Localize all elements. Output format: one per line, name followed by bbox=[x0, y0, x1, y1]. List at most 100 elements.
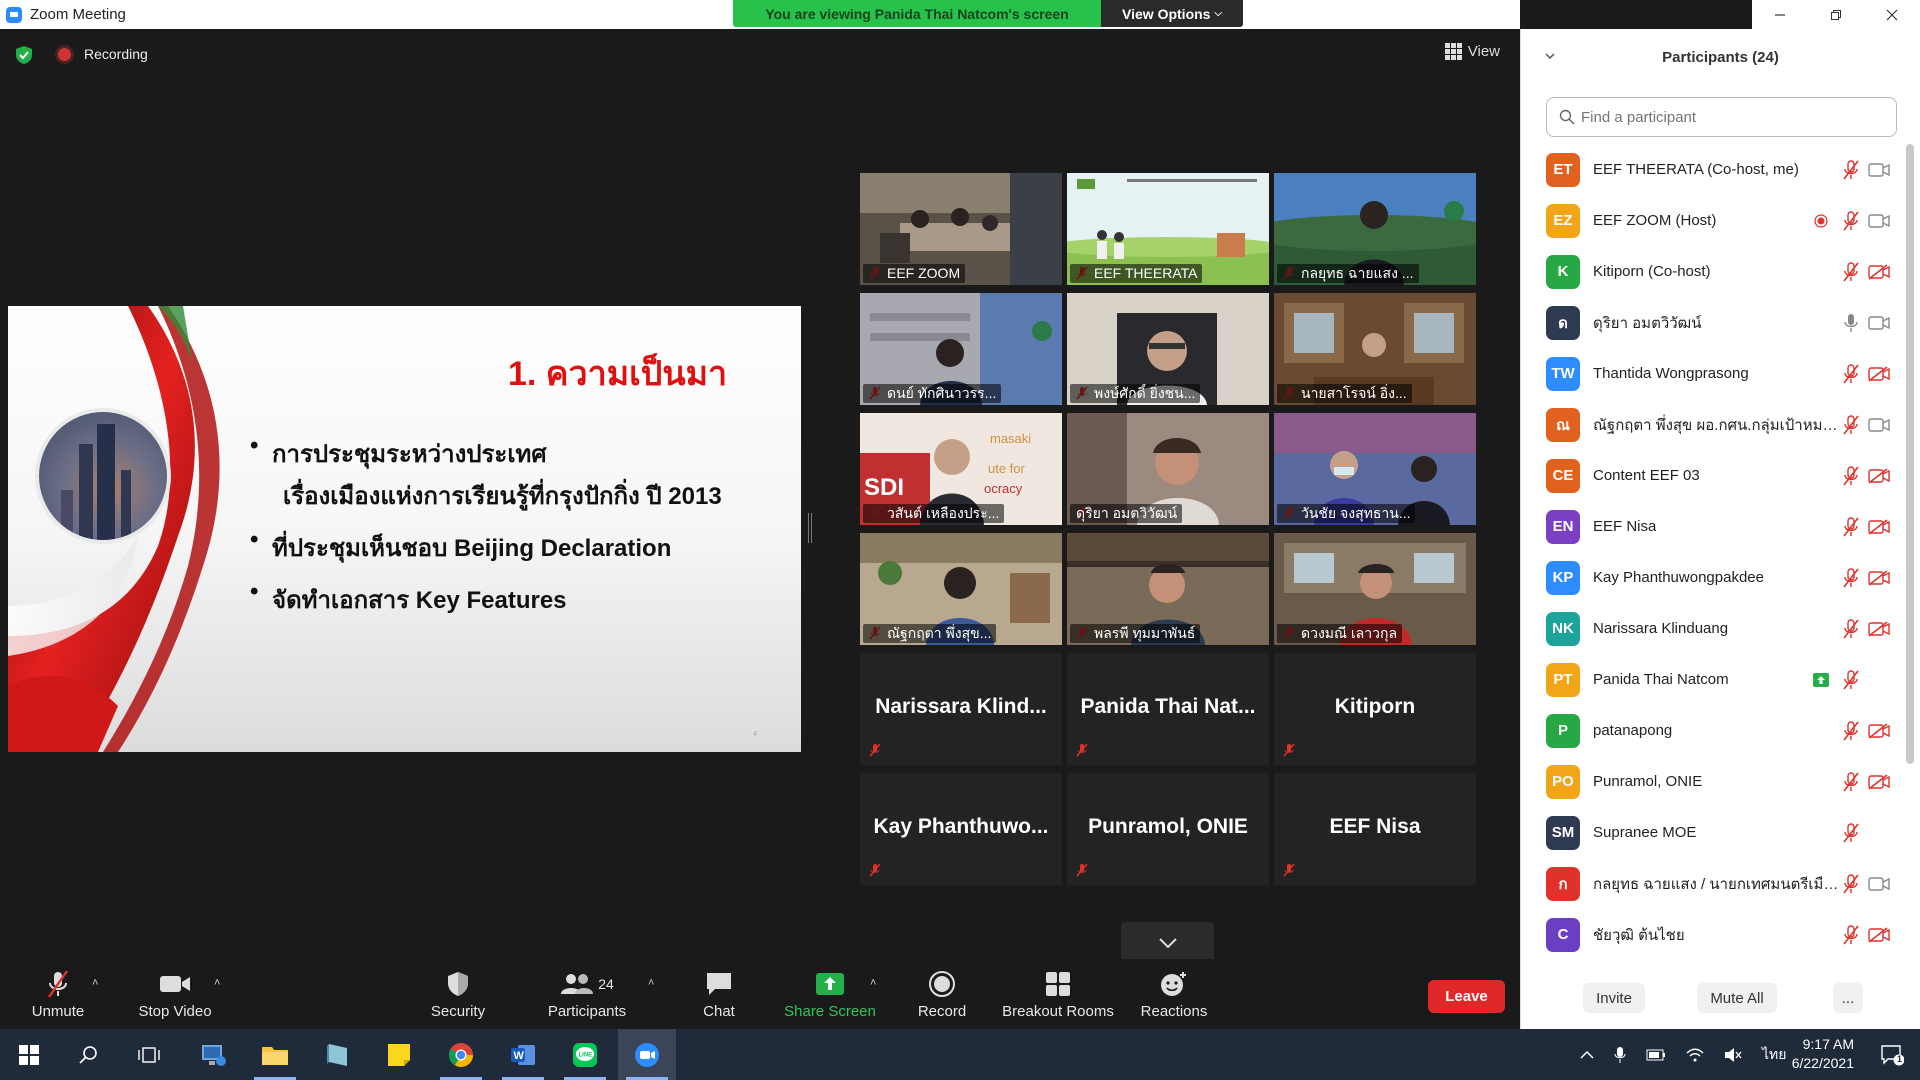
wifi-icon[interactable] bbox=[1686, 1048, 1704, 1062]
participants-options-caret[interactable]: ˄ bbox=[648, 977, 658, 989]
participant-row[interactable]: CE Content EEF 03 bbox=[1521, 450, 1920, 501]
participant-audio-status[interactable] bbox=[1841, 720, 1861, 741]
taskbar-app-file-explorer[interactable] bbox=[246, 1029, 304, 1080]
participant-video-status[interactable] bbox=[1867, 364, 1891, 384]
close-button[interactable] bbox=[1864, 0, 1920, 29]
video-tile[interactable]: ดนย์ ทักศินาวรร... bbox=[860, 293, 1062, 405]
participant-row[interactable]: K Kitiporn (Co-host) bbox=[1521, 246, 1920, 297]
split-divider-handle[interactable] bbox=[808, 513, 812, 543]
video-options-caret[interactable]: ˄ bbox=[214, 977, 224, 989]
participant-video-status[interactable] bbox=[1867, 415, 1891, 435]
participant-audio-status[interactable] bbox=[1841, 516, 1861, 537]
participant-video-status[interactable] bbox=[1867, 568, 1891, 588]
taskbar-app-sticky-notes[interactable] bbox=[370, 1029, 428, 1080]
input-language-indicator[interactable]: ไทย bbox=[1762, 1044, 1786, 1066]
taskbar-clock[interactable]: 9:17 AM 6/22/2021 bbox=[1792, 1035, 1854, 1073]
taskbar-app-control-panel[interactable] bbox=[184, 1029, 242, 1080]
share-options-caret[interactable]: ˄ bbox=[870, 977, 880, 989]
video-tile[interactable]: SDI masaki ute for ocracy วสันต์ เหลืองประ.… bbox=[860, 413, 1062, 525]
audio-options-caret[interactable]: ˄ bbox=[92, 977, 102, 989]
avatar-tile[interactable]: Narissara Klind... bbox=[860, 653, 1062, 765]
participant-audio-status[interactable] bbox=[1841, 873, 1861, 894]
participant-video-status[interactable] bbox=[1867, 262, 1891, 282]
participant-audio-status[interactable] bbox=[1841, 261, 1861, 282]
video-tile[interactable]: ดวงมณี เลาวกุล bbox=[1274, 533, 1476, 645]
participant-audio-status[interactable] bbox=[1841, 363, 1861, 384]
microphone-in-use-icon[interactable] bbox=[1614, 1046, 1626, 1064]
avatar-tile[interactable]: Panida Thai Nat... bbox=[1067, 653, 1269, 765]
breakout-rooms-button[interactable]: Breakout Rooms bbox=[1002, 967, 1114, 1020]
participant-row[interactable]: ET EEF THEERATA (Co-host, me) bbox=[1521, 144, 1920, 195]
participant-audio-status[interactable] bbox=[1841, 159, 1861, 180]
participant-row[interactable]: Ppatanapong bbox=[1521, 705, 1920, 756]
leave-button[interactable]: Leave bbox=[1428, 980, 1505, 1013]
participant-video-status[interactable] bbox=[1867, 313, 1891, 333]
taskbar-app-line[interactable]: LINE bbox=[556, 1029, 614, 1080]
share-screen-button[interactable]: Share Screen bbox=[782, 967, 878, 1020]
participant-row[interactable]: ก กลยุทธ ฉายแสง / นายกเทศมนตรีเมือง... bbox=[1521, 858, 1920, 909]
participant-row[interactable]: ณ ณัฐกฤตา พึ่งสุข ผอ.กศน.กลุ่มเป้าหมาย... bbox=[1521, 399, 1920, 450]
minimize-button[interactable] bbox=[1752, 0, 1808, 29]
taskbar-app-zoom[interactable] bbox=[618, 1029, 676, 1080]
stop-video-button[interactable]: Stop Video bbox=[134, 967, 216, 1020]
more-options-button[interactable]: ... bbox=[1833, 983, 1863, 1013]
video-tile[interactable]: พลรพี ทุมมาพันธ์ bbox=[1067, 533, 1269, 645]
participant-row[interactable]: C ชัยวุฒิ ต้นไชย bbox=[1521, 909, 1920, 960]
participant-audio-status[interactable] bbox=[1841, 822, 1861, 843]
invite-button[interactable]: Invite bbox=[1583, 983, 1645, 1013]
view-options-button[interactable]: View Options ⌵ bbox=[1101, 0, 1243, 27]
avatar-tile[interactable]: Punramol, ONIE bbox=[1067, 773, 1269, 885]
participant-audio-status[interactable] bbox=[1841, 465, 1861, 486]
participant-audio-status[interactable] bbox=[1841, 210, 1861, 231]
participant-audio-status[interactable] bbox=[1841, 313, 1861, 333]
encryption-shield-icon[interactable] bbox=[14, 45, 34, 65]
reactions-button[interactable]: Reactions bbox=[1140, 967, 1208, 1020]
video-tile[interactable]: วันชัย จงสุทธาน... bbox=[1274, 413, 1476, 525]
participant-video-status[interactable] bbox=[1867, 466, 1891, 486]
participant-audio-status[interactable] bbox=[1841, 414, 1861, 435]
gallery-next-page-button[interactable] bbox=[1121, 922, 1214, 964]
record-button[interactable]: Record bbox=[910, 967, 974, 1020]
participant-video-status[interactable] bbox=[1867, 823, 1891, 843]
participant-audio-status[interactable] bbox=[1841, 924, 1861, 945]
restore-button[interactable] bbox=[1808, 0, 1864, 29]
participant-row[interactable]: KP Kay Phanthuwongpakdee bbox=[1521, 552, 1920, 603]
participant-video-status[interactable] bbox=[1867, 721, 1891, 741]
view-button[interactable]: View bbox=[1444, 43, 1500, 60]
avatar-tile[interactable]: Kay Phanthuwo... bbox=[860, 773, 1062, 885]
participant-audio-status[interactable] bbox=[1841, 567, 1861, 588]
participant-row[interactable]: NK Narissara Klinduang bbox=[1521, 603, 1920, 654]
participant-audio-status[interactable] bbox=[1841, 771, 1861, 792]
action-center-button[interactable]: 1 bbox=[1864, 1029, 1920, 1080]
participant-row[interactable]: ด ดุริยา อมตวิวัฒน์ bbox=[1521, 297, 1920, 348]
video-tile-active-speaker[interactable]: ดุริยา อมตวิวัฒน์ bbox=[1067, 413, 1269, 525]
show-hidden-icons-chevron-up-icon[interactable] bbox=[1580, 1050, 1594, 1060]
video-tile[interactable]: นายสาโรจน์ อิ่ง... bbox=[1274, 293, 1476, 405]
avatar-tile[interactable]: Kitiporn bbox=[1274, 653, 1476, 765]
participant-search-box[interactable] bbox=[1546, 97, 1897, 137]
security-button[interactable]: Security bbox=[422, 967, 494, 1020]
video-tile[interactable]: พงษ์ศักดิ์ ยิ่งชน... bbox=[1067, 293, 1269, 405]
video-tile[interactable]: EEF ZOOM bbox=[860, 173, 1062, 285]
participant-list-scrollbar[interactable] bbox=[1906, 144, 1914, 764]
video-tile[interactable]: EEF THEERATA bbox=[1067, 173, 1269, 285]
participant-row[interactable]: TW Thantida Wongprasong bbox=[1521, 348, 1920, 399]
taskbar-search-button[interactable] bbox=[60, 1029, 118, 1080]
participant-row[interactable]: SM Supranee MOE bbox=[1521, 807, 1920, 858]
mute-all-button[interactable]: Mute All bbox=[1697, 983, 1777, 1013]
participant-search-input[interactable] bbox=[1581, 108, 1881, 126]
participant-row[interactable]: EZ EEF ZOOM (Host) bbox=[1521, 195, 1920, 246]
participant-video-status[interactable] bbox=[1867, 772, 1891, 792]
participant-video-status[interactable] bbox=[1867, 670, 1891, 690]
participant-audio-status[interactable] bbox=[1841, 669, 1861, 690]
speaker-muted-icon[interactable] bbox=[1724, 1047, 1742, 1063]
video-tile[interactable]: กลยุทธ ฉายแสง ... bbox=[1274, 173, 1476, 285]
video-tile[interactable]: ณัฐกฤตา พึ่งสุข... bbox=[860, 533, 1062, 645]
participant-row[interactable]: EN EEF Nisa bbox=[1521, 501, 1920, 552]
participant-row[interactable]: PT Panida Thai Natcom bbox=[1521, 654, 1920, 705]
participant-audio-status[interactable] bbox=[1841, 618, 1861, 639]
participant-video-status[interactable] bbox=[1867, 517, 1891, 537]
avatar-tile[interactable]: EEF Nisa bbox=[1274, 773, 1476, 885]
participants-button[interactable]: 24 Participants bbox=[543, 967, 631, 1020]
battery-icon[interactable] bbox=[1646, 1049, 1666, 1061]
